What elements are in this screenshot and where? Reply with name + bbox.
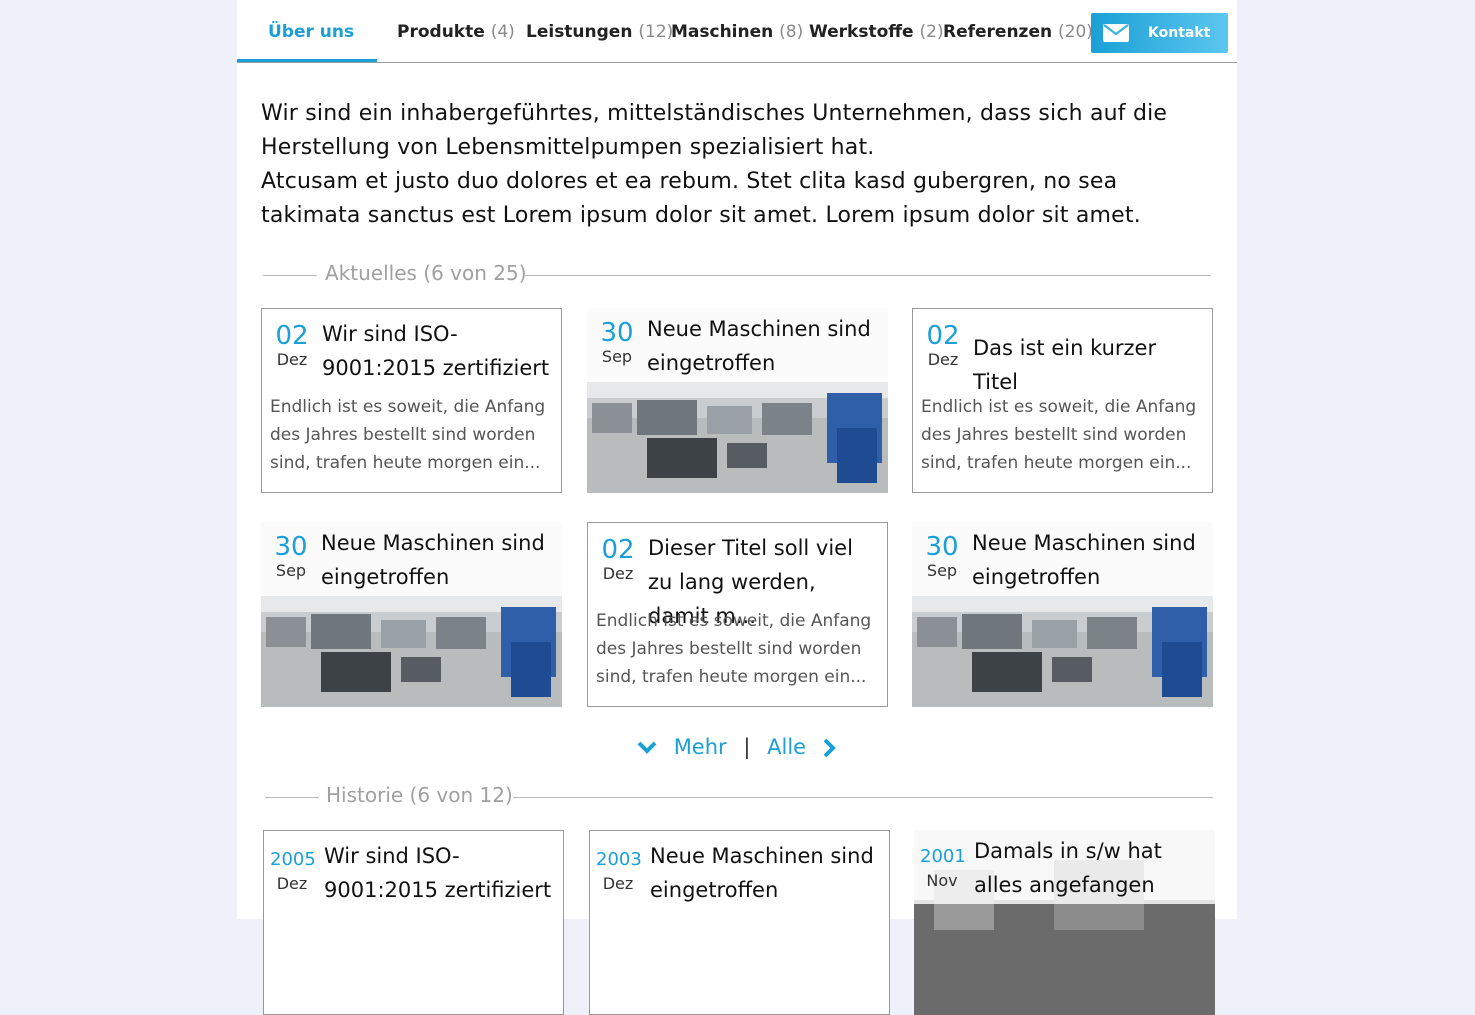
- tab-maschinen[interactable]: Maschinen (8): [671, 22, 803, 42]
- card-date: 30 Sep: [597, 318, 637, 366]
- page: Über uns Produkte (4) Leistungen (12) Ma…: [237, 0, 1237, 1015]
- envelope-icon: [1103, 24, 1129, 42]
- news-card[interactable]: 02 Dez Wir sind ISO-9001:2015 zertifizie…: [261, 308, 562, 493]
- date-month: Nov: [926, 871, 958, 890]
- active-tab-indicator: [237, 59, 377, 62]
- intro-paragraph: Wir sind ein inhabergeführtes, mittelstä…: [261, 101, 1168, 160]
- tab-bar: Über uns Produkte (4) Leistungen (12) Ma…: [237, 0, 1237, 63]
- tab-count: (12): [638, 22, 674, 42]
- news-card[interactable]: 30 Sep Neue Maschinen sind eingetroffen: [912, 522, 1213, 707]
- date-month: Sep: [926, 561, 958, 580]
- history-heading-text: Historie (6 von 12): [326, 783, 513, 807]
- news-card[interactable]: 30 Sep Neue Maschinen sind eingetroffen: [261, 522, 562, 707]
- date-month: Sep: [275, 561, 307, 580]
- news-heading-text: Aktuelles (6 von 25): [325, 261, 527, 285]
- card-date: 2003 Dez: [596, 845, 642, 893]
- history-card[interactable]: 2003 Dez Neue Maschinen sind eingetroffe…: [589, 830, 890, 1015]
- contact-button[interactable]: Kontakt: [1091, 13, 1228, 53]
- card-title: Das ist ein kurzer Titel: [973, 336, 1157, 394]
- date-day: 30: [274, 532, 308, 562]
- date-month: Dez: [602, 874, 634, 893]
- tab-label: Über uns: [268, 22, 355, 42]
- contact-label: Kontakt: [1148, 25, 1211, 41]
- intro-paragraph: Atcusam et justo duo dolores et ea rebum…: [261, 169, 1141, 228]
- tab-count: (8): [779, 22, 804, 42]
- divider: [513, 797, 1213, 798]
- card-date: 02 Dez: [272, 321, 312, 369]
- news-pagination-links: Mehr | Alle: [637, 735, 837, 759]
- card-title: Wir sind ISO-9001:2015 zertifiziert: [324, 844, 552, 902]
- tab-count: (20): [1058, 22, 1093, 42]
- card-excerpt: Endlich ist es soweit, die Anfang des Ja…: [270, 397, 546, 473]
- date-day: 30: [600, 318, 634, 348]
- card-date: 2005 Dez: [270, 845, 316, 893]
- card-title: Neue Maschinen sind eingetroffen: [650, 844, 874, 902]
- date-month: Dez: [276, 874, 308, 893]
- date-month: Dez: [276, 350, 308, 369]
- card-excerpt: Endlich ist es soweit, die Anfang des Ja…: [596, 611, 872, 687]
- more-link[interactable]: Mehr: [637, 735, 733, 759]
- card-date: 30 Sep: [922, 532, 962, 580]
- tab-produkte[interactable]: Produkte (4): [397, 22, 515, 42]
- card-title: Neue Maschinen sind eingetroffen: [972, 531, 1196, 589]
- tab-label: Produkte: [397, 22, 485, 42]
- intro-text: Wir sind ein inhabergeführtes, mittelstä…: [261, 97, 1211, 233]
- chevron-down-icon: [637, 741, 657, 754]
- card-date: 02 Dez: [923, 321, 963, 369]
- tab-werkstoffe[interactable]: Werkstoffe (2): [809, 22, 944, 42]
- chevron-right-icon: [823, 738, 836, 758]
- history-section-heading: Historie (6 von 12): [261, 782, 1213, 812]
- all-link[interactable]: Alle: [767, 735, 837, 759]
- tab-referenzen[interactable]: Referenzen (20): [943, 22, 1093, 42]
- news-card[interactable]: 30 Sep Neue Maschinen sind eingetroffen: [587, 308, 888, 493]
- link-separator: |: [743, 735, 751, 759]
- divider: [263, 275, 317, 276]
- news-card[interactable]: 02 Dez Dieser Titel soll viel zu lang we…: [587, 522, 888, 707]
- news-section-heading: Aktuelles (6 von 25): [261, 260, 1211, 290]
- history-card[interactable]: 2005 Dez Wir sind ISO-9001:2015 zertifiz…: [263, 830, 564, 1015]
- news-card[interactable]: 02 Dez Das ist ein kurzer Titel Endlich …: [912, 308, 1213, 493]
- tab-leistungen[interactable]: Leistungen (12): [526, 22, 673, 42]
- tab-label: Referenzen: [943, 22, 1053, 42]
- card-date: 30 Sep: [271, 532, 311, 580]
- tab-label: Leistungen: [526, 22, 633, 42]
- card-title: Neue Maschinen sind eingetroffen: [321, 531, 545, 589]
- more-label: Mehr: [673, 735, 727, 759]
- date-year: 2005: [270, 849, 316, 870]
- date-day: 30: [925, 532, 959, 562]
- card-title: Damals in s/w hat alles angefangen: [974, 839, 1162, 897]
- date-year: 2003: [596, 849, 642, 870]
- card-excerpt: Endlich ist es soweit, die Anfang des Ja…: [921, 397, 1197, 473]
- date-year: 2001: [920, 846, 966, 867]
- divider: [265, 797, 319, 798]
- history-card[interactable]: 2001 Nov Damals in s/w hat alles angefan…: [914, 830, 1215, 1015]
- date-month: Dez: [927, 350, 959, 369]
- date-day: 02: [601, 535, 635, 565]
- date-month: Dez: [602, 564, 634, 583]
- date-month: Sep: [601, 347, 633, 366]
- tab-count: (2): [919, 22, 944, 42]
- tab-ueber-uns[interactable]: Über uns: [268, 22, 354, 42]
- card-title: Wir sind ISO-9001:2015 zertifiziert: [322, 322, 550, 380]
- tab-label: Werkstoffe: [809, 22, 914, 42]
- card-title: Neue Maschinen sind eingetroffen: [647, 317, 871, 375]
- divider: [525, 275, 1211, 276]
- card-date: 2001 Nov: [920, 842, 966, 890]
- date-day: 02: [275, 321, 309, 351]
- card-date: 02 Dez: [598, 535, 638, 583]
- all-label: Alle: [767, 735, 807, 759]
- tab-label: Maschinen: [671, 22, 774, 42]
- tab-count: (4): [490, 22, 515, 42]
- date-day: 02: [926, 321, 960, 351]
